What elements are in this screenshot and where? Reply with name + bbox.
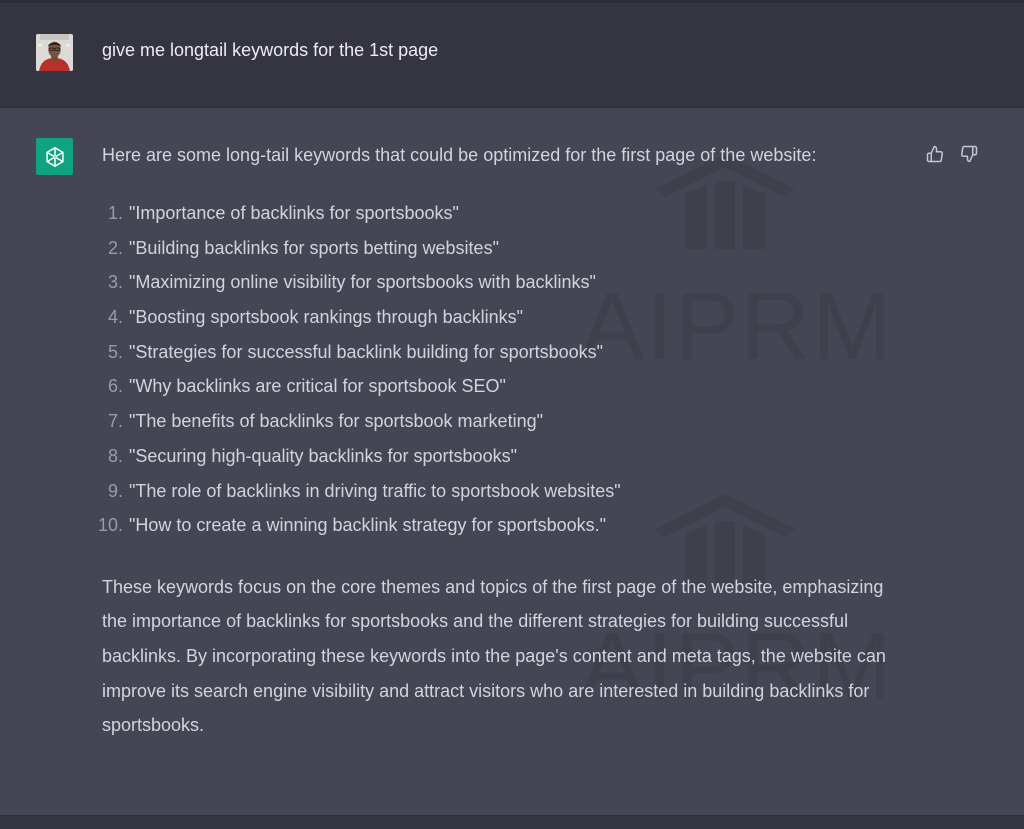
list-item: 1. "Importance of backlinks for sportsboo… bbox=[102, 196, 912, 231]
user-message-row: give me longtail keywords for the 1st pa… bbox=[0, 3, 1024, 108]
assistant-message-row: AIPRM AIPRM Here are some long-tail keyw… bbox=[0, 109, 1024, 815]
bottom-divider bbox=[0, 815, 1024, 829]
list-item: 8. "Securing high-quality backlinks for s… bbox=[102, 439, 912, 474]
assistant-message-content: Here are some long-tail keywords that co… bbox=[98, 138, 912, 743]
list-item: 6. "Why backlinks are critical for sports… bbox=[102, 369, 912, 404]
list-item-text: "Securing high-quality backlinks for spo… bbox=[129, 445, 517, 466]
thumbs-up-button[interactable] bbox=[923, 142, 947, 166]
user-avatar bbox=[36, 34, 73, 71]
assistant-avatar bbox=[36, 138, 73, 175]
list-item-number: 3. bbox=[107, 272, 123, 293]
list-item-number: 10. bbox=[97, 515, 123, 536]
list-item: 3. "Maximizing online visibility for spor… bbox=[102, 265, 912, 300]
list-item-text: "Boosting sportsbook rankings through ba… bbox=[129, 307, 523, 328]
list-item-text: "Importance of backlinks for sportsbooks… bbox=[129, 203, 459, 223]
assistant-intro-text: Here are some long-tail keywords that co… bbox=[102, 145, 817, 165]
list-item-number: 4. bbox=[107, 307, 123, 328]
thumbs-down-icon bbox=[961, 145, 978, 163]
list-item-number: 1. bbox=[107, 203, 123, 223]
user-avatar-photo bbox=[36, 34, 73, 71]
list-item-number: 2. bbox=[107, 237, 123, 258]
thumbs-down-button[interactable] bbox=[957, 142, 981, 166]
list-item-number: 6. bbox=[107, 376, 123, 397]
list-item: 5. "Strategies for successful backlink bu… bbox=[102, 335, 912, 370]
list-item-text: "How to create a winning backlink strate… bbox=[129, 515, 606, 536]
user-message-text: give me longtail keywords for the 1st pa… bbox=[102, 40, 439, 60]
thumbs-up-icon bbox=[926, 145, 943, 163]
list-item-text: "Why backlinks are critical for sportsbo… bbox=[129, 376, 506, 397]
list-item: 9. "The role of backlinks in driving traf… bbox=[102, 474, 912, 509]
keyword-list: 1. "Importance of backlinks for sportsboo… bbox=[98, 196, 912, 543]
list-item-number: 7. bbox=[107, 411, 123, 432]
list-item-text: "Strategies for successful backlink buil… bbox=[129, 341, 604, 362]
assistant-outro-text: These keywords focus on the core themes … bbox=[102, 576, 886, 736]
list-item-text: "Building backlinks for sports betting w… bbox=[129, 237, 499, 258]
list-item: 10. "How to create a winning backlink str… bbox=[98, 508, 912, 543]
list-item-text: "Maximizing online visibility for sports… bbox=[129, 272, 596, 293]
chat-page: give me longtail keywords for the 1st pa… bbox=[0, 0, 1024, 829]
list-item-number: 9. bbox=[107, 480, 123, 501]
list-item-text: "The role of backlinks in driving traffi… bbox=[129, 480, 621, 501]
list-item: 2. "Building backlinks for sports betting… bbox=[102, 231, 912, 266]
list-item-number: 5. bbox=[107, 341, 123, 362]
list-item: 4. "Boosting sportsbook rankings through … bbox=[102, 300, 912, 335]
list-item-text: "The benefits of backlinks for sportsboo… bbox=[129, 411, 543, 432]
list-item-number: 8. bbox=[107, 445, 123, 466]
openai-logo-icon bbox=[45, 146, 64, 167]
list-item: 7. "The benefits of backlinks for sportsb… bbox=[102, 404, 912, 439]
